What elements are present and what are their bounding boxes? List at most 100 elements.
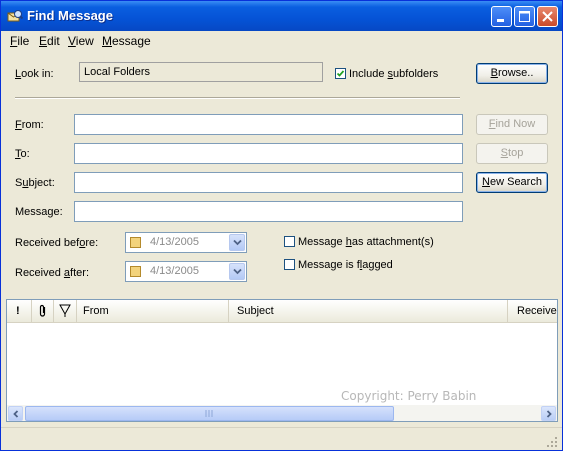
date-enable-checkbox[interactable] <box>130 266 141 277</box>
message-label: Message: <box>15 206 63 218</box>
received-after-date: 4/13/2005 <box>150 265 199 277</box>
flag-column[interactable] <box>54 300 77 322</box>
from-key: F <box>15 119 22 131</box>
minimize-button[interactable] <box>491 6 512 27</box>
has-attachment-label[interactable]: Message has attachment(s) <box>298 236 434 248</box>
message-text: Message: <box>15 206 63 218</box>
include-subfolders-checkbox[interactable] <box>335 68 346 79</box>
status-bar <box>1 427 562 450</box>
results-list[interactable]: ! From Subject Received Copyright: Perry… <box>6 299 558 422</box>
find-message-icon <box>7 10 23 22</box>
check-icon <box>336 70 345 77</box>
to-field[interactable] <box>74 143 463 164</box>
maximize-icon <box>519 11 530 22</box>
received-before-dropdown[interactable] <box>229 234 245 251</box>
received-before-date: 4/13/2005 <box>150 236 199 248</box>
find-now-button[interactable]: Find Now <box>476 114 548 135</box>
has-attachment-text: as attachment(s) <box>351 236 434 248</box>
find-message-window: Find Message File Edit View Message Look… <box>0 0 563 451</box>
grip-icon <box>205 410 213 417</box>
to-text: o: <box>20 148 30 160</box>
close-button[interactable] <box>537 6 558 27</box>
menu-view-key: V <box>68 34 76 48</box>
resize-grip-icon[interactable] <box>546 436 558 448</box>
browse-key: B <box>490 67 498 79</box>
find-now-label: ind Now <box>495 118 536 130</box>
subject-field[interactable] <box>74 172 463 193</box>
received-before-text: re: <box>85 237 99 249</box>
copyright-watermark: Copyright: Perry Babin <box>341 389 477 403</box>
menu-edit-label: dit <box>47 34 60 48</box>
chevron-down-icon <box>233 239 242 246</box>
menu-message-key: M <box>102 34 112 48</box>
menu-file-label: ile <box>17 34 30 48</box>
title-bar[interactable]: Find Message <box>1 1 562 31</box>
browse-label: rowse.. <box>497 67 534 79</box>
priority-icon: ! <box>16 305 20 317</box>
look-in-folder: Local Folders <box>79 62 323 82</box>
attachment-icon <box>39 304 46 317</box>
menu-message[interactable]: Message <box>102 34 151 48</box>
received-before-pre: Received bef <box>15 237 80 249</box>
from-text: rom: <box>21 119 44 131</box>
date-enable-checkbox[interactable] <box>130 237 141 248</box>
menu-edit-key: E <box>39 34 48 48</box>
stop-label: top <box>508 147 524 159</box>
received-column[interactable]: Received <box>508 300 557 322</box>
subject-text: bject: <box>28 177 55 189</box>
separator <box>15 97 460 99</box>
chevron-left-icon <box>13 410 19 418</box>
maximize-button[interactable] <box>514 6 535 27</box>
include-subfolders-text: ubfolders <box>393 68 439 80</box>
horizontal-scrollbar[interactable] <box>7 405 557 421</box>
is-flagged-pre: Message is f <box>298 259 360 271</box>
column-header: ! From Subject Received <box>7 300 557 323</box>
scroll-thumb[interactable] <box>25 406 394 421</box>
message-field[interactable] <box>74 201 463 222</box>
subject-column[interactable]: Subject <box>229 300 508 322</box>
received-after-label: Received after: <box>15 267 89 279</box>
received-before-picker[interactable]: 4/13/2005 <box>125 232 247 253</box>
is-flagged-text: agged <box>362 259 393 271</box>
menu-message-label: essage <box>112 34 151 48</box>
scroll-left-button[interactable] <box>8 406 23 421</box>
menu-view[interactable]: View <box>68 34 94 48</box>
has-attachment-checkbox[interactable] <box>284 236 295 247</box>
window-title: Find Message <box>27 8 113 23</box>
include-subfolders-label[interactable]: Include subfolders <box>349 68 438 80</box>
stop-key: S <box>500 147 509 159</box>
new-search-label: ew Search <box>489 176 542 188</box>
menu-bar: File Edit View Message <box>1 31 562 50</box>
new-search-button[interactable]: New Search <box>476 172 548 193</box>
priority-column[interactable]: ! <box>7 300 32 322</box>
menu-edit[interactable]: Edit <box>39 34 60 48</box>
is-flagged-label[interactable]: Message is flagged <box>298 259 393 271</box>
from-field[interactable] <box>74 114 463 135</box>
received-after-picker[interactable]: 4/13/2005 <box>125 261 247 282</box>
browse-button[interactable]: Browse.. <box>476 63 548 84</box>
look-in-label: Look in: <box>15 68 54 80</box>
minimize-icon <box>497 19 504 22</box>
scroll-right-button[interactable] <box>541 406 556 421</box>
received-after-dropdown[interactable] <box>229 263 245 280</box>
chevron-right-icon <box>546 410 552 418</box>
received-before-label: Received before: <box>15 237 98 249</box>
close-icon <box>542 11 553 22</box>
to-label: To: <box>15 148 30 160</box>
flag-icon <box>59 304 71 317</box>
chevron-down-icon <box>233 268 242 275</box>
include-subfolders-pre: Include <box>349 68 388 80</box>
stop-button[interactable]: Stop <box>476 143 548 164</box>
menu-view-label: iew <box>75 34 94 48</box>
received-after-text: fter: <box>70 267 89 279</box>
has-attachment-pre: Message <box>298 236 346 248</box>
received-after-pre: Received <box>15 267 64 279</box>
menu-file[interactable]: File <box>10 34 29 48</box>
attachment-column[interactable] <box>32 300 54 322</box>
from-label: From: <box>15 119 44 131</box>
subject-label: Subject: <box>15 177 55 189</box>
is-flagged-checkbox[interactable] <box>284 259 295 270</box>
new-search-key: N <box>482 176 490 188</box>
look-in-text: ook in: <box>21 68 54 80</box>
from-column[interactable]: From <box>77 300 229 322</box>
